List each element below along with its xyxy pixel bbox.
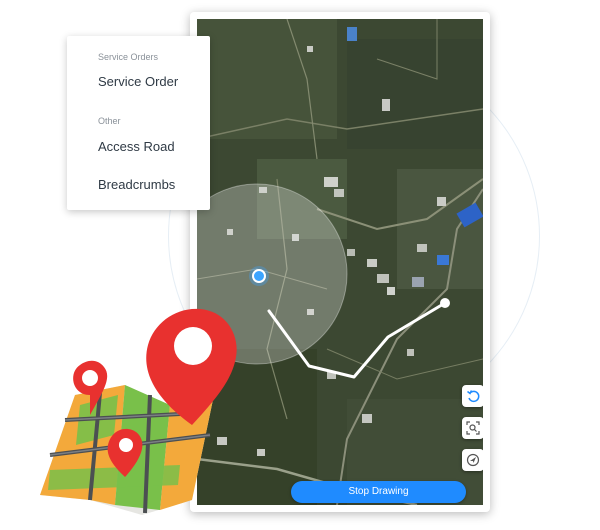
undo-icon [467,390,480,403]
stop-drawing-button[interactable]: Stop Drawing [291,481,466,503]
menu-item-service-order[interactable]: Service Order [98,74,178,89]
section-label-other: Other [98,116,121,126]
current-location-marker [252,269,266,283]
undo-button[interactable] [462,385,483,407]
menu-item-access-road[interactable]: Access Road [98,139,175,154]
locate-button[interactable] [462,449,483,471]
menu-item-breadcrumbs[interactable]: Breadcrumbs [98,177,175,192]
feature-type-menu: Service Orders Service Order Other Acces… [67,36,210,210]
section-label-service-orders: Service Orders [98,52,159,62]
folded-map-illustration [40,308,237,515]
locate-icon [466,453,480,467]
zoom-to-fit-button[interactable] [462,417,483,439]
zoom-to-fit-icon [466,421,480,435]
